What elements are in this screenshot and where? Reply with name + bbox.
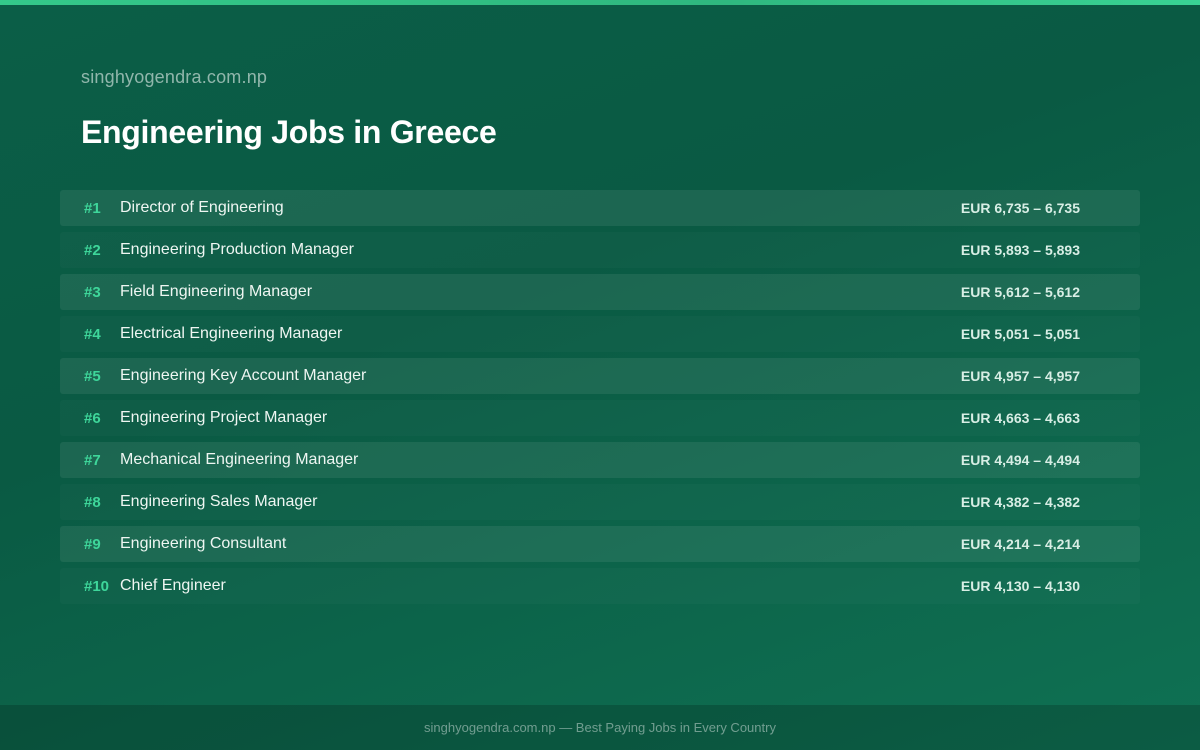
job-title: Mechanical Engineering Manager	[120, 451, 359, 468]
job-title: Engineering Project Manager	[120, 409, 328, 426]
job-title: Engineering Key Account Manager	[120, 367, 367, 384]
job-row: #1 Director of Engineering EUR 6,735 – 6…	[60, 190, 1140, 226]
job-salary: EUR 4,382 – 4,382	[960, 494, 1080, 510]
job-row: #7 Mechanical Engineering Manager EUR 4,…	[60, 442, 1140, 478]
page-title: Engineering Jobs in Greece	[81, 114, 497, 150]
job-row: #4 Electrical Engineering Manager EUR 5,…	[60, 316, 1140, 352]
job-rank: #2	[84, 241, 101, 259]
job-row: #9 Engineering Consultant EUR 4,214 – 4,…	[60, 526, 1140, 562]
job-title: Engineering Production Manager	[120, 241, 354, 258]
job-rank: #6	[84, 409, 101, 427]
top-accent-bar	[0, 0, 1200, 5]
job-salary: EUR 5,612 – 5,612	[960, 284, 1080, 300]
job-title: Electrical Engineering Manager	[120, 325, 343, 342]
job-rank: #5	[84, 367, 101, 385]
job-title: Engineering Sales Manager	[120, 493, 318, 510]
job-row: #8 Engineering Sales Manager EUR 4,382 –…	[60, 484, 1140, 520]
job-title: Field Engineering Manager	[120, 283, 313, 300]
footer: singhyogendra.com.np — Best Paying Jobs …	[0, 705, 1200, 750]
job-rank: #3	[84, 283, 101, 301]
job-rank: #9	[84, 535, 101, 553]
job-salary: EUR 4,663 – 4,663	[960, 410, 1080, 426]
job-title: Director of Engineering	[120, 199, 284, 216]
job-title: Chief Engineer	[120, 577, 226, 594]
job-rank: #1	[84, 199, 101, 217]
footer-text: singhyogendra.com.np — Best Paying Jobs …	[424, 720, 776, 735]
job-salary: EUR 4,957 – 4,957	[960, 368, 1080, 384]
job-rank: #7	[84, 451, 101, 469]
job-salary: EUR 5,893 – 5,893	[960, 242, 1080, 258]
job-salary: EUR 4,214 – 4,214	[960, 536, 1080, 552]
job-rank: #4	[84, 325, 101, 343]
job-salary: EUR 5,051 – 5,051	[960, 326, 1080, 342]
job-rank: #10	[84, 577, 110, 595]
job-row: #3 Field Engineering Manager EUR 5,612 –…	[60, 274, 1140, 310]
job-list: #1 Director of Engineering EUR 6,735 – 6…	[60, 190, 1140, 610]
job-rank: #8	[84, 493, 101, 511]
job-salary: EUR 4,130 – 4,130	[960, 578, 1080, 594]
site-name: singhyogendra.com.np	[81, 67, 268, 87]
job-row: #10 Chief Engineer EUR 4,130 – 4,130	[60, 568, 1140, 604]
job-salary: EUR 6,735 – 6,735	[960, 200, 1080, 216]
job-row: #6 Engineering Project Manager EUR 4,663…	[60, 400, 1140, 436]
job-title: Engineering Consultant	[120, 535, 287, 552]
job-row: #5 Engineering Key Account Manager EUR 4…	[60, 358, 1140, 394]
job-row: #2 Engineering Production Manager EUR 5,…	[60, 232, 1140, 268]
job-salary: EUR 4,494 – 4,494	[960, 452, 1080, 468]
